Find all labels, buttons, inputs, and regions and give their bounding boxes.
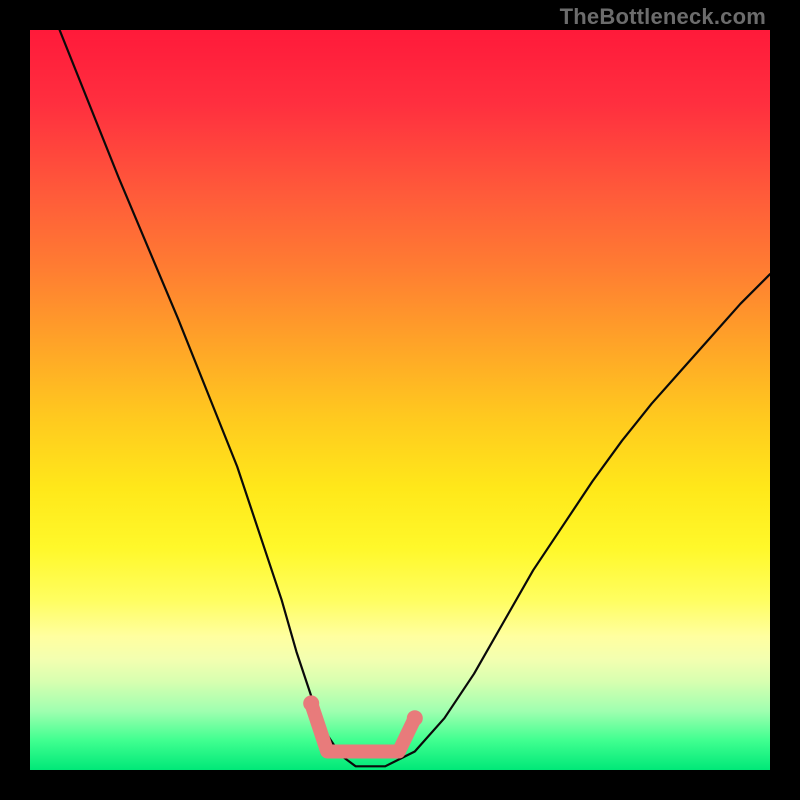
bottleneck-curve bbox=[60, 30, 770, 766]
flat-zone-highlight bbox=[311, 703, 415, 751]
flat-zone-cap-left-icon bbox=[303, 695, 319, 711]
chart-svg-layer bbox=[30, 30, 770, 770]
watermark-text: TheBottleneck.com bbox=[560, 4, 766, 30]
chart-frame: TheBottleneck.com bbox=[0, 0, 800, 800]
plot-area bbox=[30, 30, 770, 770]
flat-zone-cap-right-icon bbox=[407, 710, 423, 726]
